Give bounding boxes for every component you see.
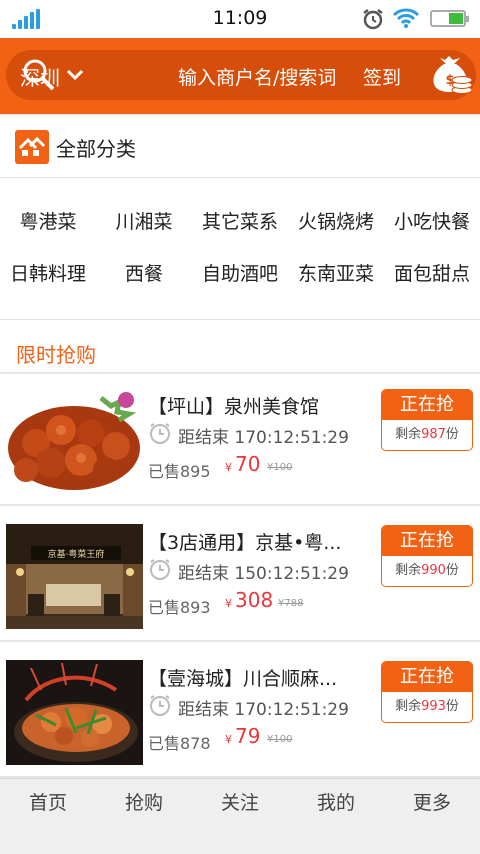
deal-countdown: 距结束 170:12:51:29 [178,700,349,720]
price-value: 70 [235,452,261,476]
tab-flash-sale[interactable]: 抢购 [96,788,192,815]
deal-price: ¥70 [225,452,260,476]
clock-icon [148,421,172,449]
buy-now-button[interactable]: 正在抢 [382,390,472,420]
deal-item[interactable]: 京基·粤菜王府 【3店通用】京基•粤... 距结束 150:12:51:29 已… [0,510,480,642]
bottom-tab-bar: 首页 抢购 关注 我的 更多 [0,778,480,854]
search-input[interactable]: 输入商户名/搜索词 [178,63,336,90]
money-bag-icon[interactable]: $ [424,48,474,104]
buy-now-button[interactable]: 正在抢 [382,662,472,692]
tab-more[interactable]: 更多 [384,788,480,815]
svg-text:京基·粤菜王府: 京基·粤菜王府 [48,548,105,560]
status-bar: 11:09 [0,0,480,38]
deal-sold-count: 已售878 [148,734,211,753]
buy-now-box[interactable]: 正在抢 剩余990份 [381,525,473,587]
deal-image[interactable] [6,388,143,493]
category-item[interactable]: 面包甜点 [384,259,480,286]
currency-symbol: ¥ [225,461,232,474]
tab-mine[interactable]: 我的 [288,788,384,815]
deal-item[interactable]: 【坪山】泉州美食馆 距结束 170:12:51:29 已售895 ¥70 ¥10… [0,374,480,506]
buy-now-box[interactable]: 正在抢 剩余987份 [381,389,473,451]
category-item[interactable]: 川湘菜 [96,207,192,234]
deal-image[interactable] [6,660,143,765]
category-item[interactable]: 其它菜系 [192,207,288,234]
category-grid-icon [15,130,49,164]
category-header[interactable]: 全部分类 [0,114,480,178]
price-value: 79 [235,724,261,748]
currency-symbol: ¥ [225,733,232,746]
deal-price: ¥79 [225,724,260,748]
deal-remaining: 剩余993份 [395,699,459,714]
category-item[interactable]: 火锅烧烤 [288,207,384,234]
deal-original-price: ¥100 [267,734,293,745]
deal-original-price: ¥788 [278,598,304,609]
deal-sold-count: 已售895 [148,462,211,481]
deal-remaining: 剩余987份 [395,427,459,442]
category-grid: 粤港菜 川湘菜 其它菜系 火锅烧烤 小吃快餐 日韩料理 西餐 自助酒吧 东南亚菜… [0,192,480,296]
search-bar[interactable]: 深圳 输入商户名/搜索词 签到 $ [6,50,476,100]
category-item[interactable]: 小吃快餐 [384,207,480,234]
category-item[interactable]: 粤港菜 [0,207,96,234]
deal-sold-count: 已售893 [148,598,211,617]
search-icon[interactable] [22,58,56,96]
deal-image[interactable]: 京基·粤菜王府 [6,524,143,629]
deal-item[interactable]: 【壹海城】川合顺麻... 距结束 170:12:51:29 已售878 ¥79 … [0,646,480,778]
clock-icon [148,693,172,721]
divider [0,319,480,320]
category-item[interactable]: 东南亚菜 [288,259,384,286]
category-item[interactable]: 自助酒吧 [192,259,288,286]
alarm-icon [361,7,385,35]
chevron-down-icon[interactable] [66,67,84,86]
app-header: 深圳 输入商户名/搜索词 签到 $ [0,38,480,114]
wifi-icon [392,7,420,33]
deal-title[interactable]: 【坪山】泉州美食馆 [148,392,363,419]
deal-remaining: 剩余990份 [395,563,459,578]
signin-button[interactable]: 签到 [363,63,401,90]
deal-countdown: 距结束 170:12:51:29 [178,428,349,448]
flash-sale-title: 限时抢购 [16,343,96,367]
deal-title[interactable]: 【3店通用】京基•粤... [148,528,363,555]
tab-follow[interactable]: 关注 [192,788,288,815]
battery-icon [430,10,469,27]
category-title: 全部分类 [56,137,136,161]
tab-home[interactable]: 首页 [0,788,96,815]
deal-original-price: ¥100 [267,462,293,473]
buy-now-button[interactable]: 正在抢 [382,526,472,556]
deal-countdown: 距结束 150:12:51:29 [178,564,349,584]
price-value: 308 [235,588,274,612]
deal-price: ¥308 [225,588,273,612]
currency-symbol: ¥ [225,597,232,610]
category-item[interactable]: 西餐 [96,259,192,286]
category-item[interactable]: 日韩料理 [0,259,96,286]
clock-icon [148,557,172,585]
deal-title[interactable]: 【壹海城】川合顺麻... [148,664,363,691]
buy-now-box[interactable]: 正在抢 剩余993份 [381,661,473,723]
